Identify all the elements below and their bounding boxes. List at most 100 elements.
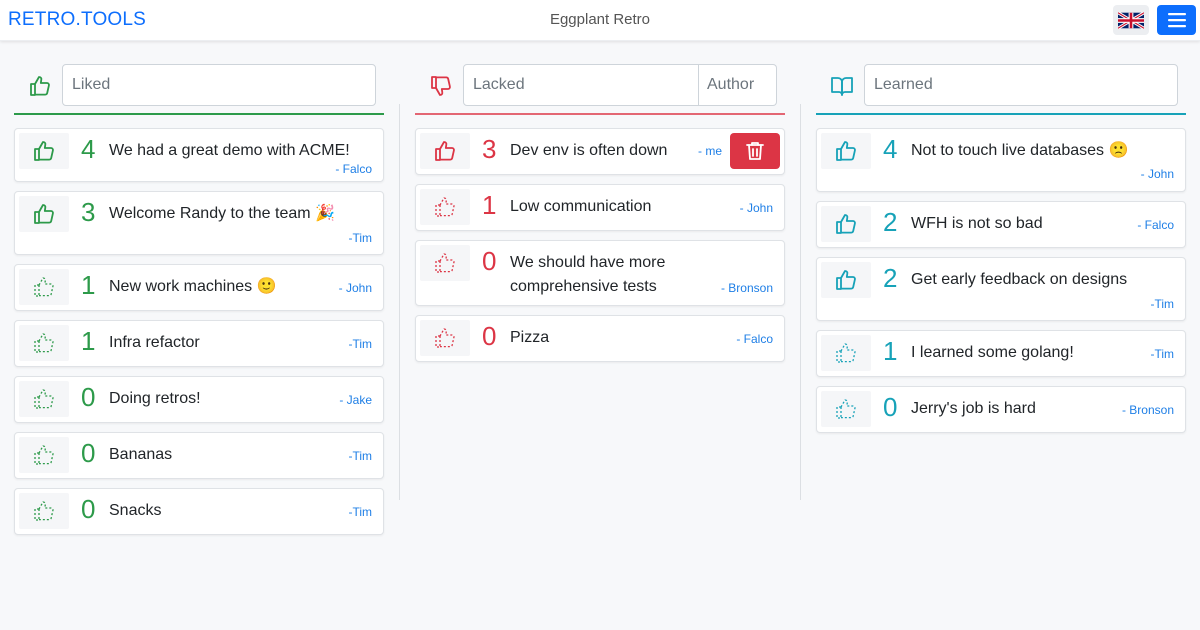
upvote-button[interactable] bbox=[19, 437, 69, 473]
thumbs-up-icon bbox=[836, 141, 856, 161]
thumbs-up-outline-icon bbox=[836, 399, 856, 419]
upvote-button[interactable] bbox=[821, 206, 871, 242]
retro-card: 3 Welcome Randy to the team 🎉 -Tim bbox=[14, 191, 384, 255]
card-text: Welcome Randy to the team 🎉 bbox=[109, 205, 335, 222]
thumbs-up-outline-icon bbox=[34, 501, 54, 521]
upvote-button[interactable] bbox=[19, 381, 69, 417]
thumbs-up-outline-icon bbox=[34, 277, 54, 297]
card-text: Bananas bbox=[109, 446, 173, 463]
upvote-button[interactable] bbox=[420, 245, 470, 281]
thumbs-up-outline-icon bbox=[836, 343, 856, 363]
hamburger-menu-icon bbox=[1167, 13, 1186, 28]
brand-logo[interactable]: RETRO.TOOLS bbox=[8, 9, 146, 31]
retro-card: 3 Dev env is often down - me bbox=[415, 128, 785, 175]
menu-button[interactable] bbox=[1157, 5, 1196, 35]
liked-column-header bbox=[14, 64, 384, 106]
column-divider bbox=[800, 104, 801, 500]
card-author: - Bronson bbox=[1121, 403, 1174, 417]
upvote-button[interactable] bbox=[420, 320, 470, 356]
card-text: Doing retros! bbox=[109, 390, 201, 407]
upvote-button[interactable] bbox=[420, 133, 470, 169]
thumbs-up-icon bbox=[34, 141, 54, 161]
delete-card-button[interactable] bbox=[730, 133, 780, 169]
upvote-button[interactable] bbox=[19, 493, 69, 529]
retro-card: 2 Get early feedback on designs -Tim bbox=[816, 257, 1186, 321]
card-author: -Tim bbox=[348, 337, 372, 351]
thumbs-up-icon bbox=[34, 204, 54, 224]
card-text: WFH is not so bad bbox=[911, 215, 1043, 232]
liked-column-rule bbox=[14, 113, 384, 115]
retro-card: 4 We had a great demo with ACME! - Falco bbox=[14, 128, 384, 182]
upvote-button[interactable] bbox=[19, 196, 69, 232]
vote-count: 2 bbox=[883, 207, 898, 237]
book-open-icon bbox=[831, 77, 853, 96]
language-button[interactable] bbox=[1113, 5, 1149, 35]
card-text: New work machines 🙂 bbox=[109, 278, 277, 295]
vote-count: 0 bbox=[482, 321, 497, 351]
card-author: - me bbox=[698, 144, 722, 158]
lacked-column-rule bbox=[415, 113, 785, 115]
card-text: We had a great demo with ACME! bbox=[109, 142, 350, 159]
card-author: - John bbox=[739, 201, 773, 215]
learned-column-header bbox=[816, 64, 1186, 106]
card-text: We should have more bbox=[510, 254, 666, 271]
card-author: -Tim bbox=[348, 505, 372, 519]
upvote-button[interactable] bbox=[821, 391, 871, 427]
upvote-button[interactable] bbox=[821, 262, 871, 298]
card-text: I learned some golang! bbox=[911, 344, 1074, 361]
vote-count: 3 bbox=[482, 134, 497, 164]
vote-count: 1 bbox=[81, 326, 96, 356]
vote-count: 0 bbox=[883, 392, 898, 422]
vote-count: 2 bbox=[883, 263, 898, 293]
learned-column-rule bbox=[816, 113, 1186, 115]
column-divider bbox=[399, 104, 400, 500]
card-text: Get early feedback on designs bbox=[911, 271, 1128, 288]
vote-count: 4 bbox=[883, 134, 898, 164]
top-navbar: RETRO.TOOLS Eggplant Retro bbox=[0, 0, 1200, 41]
card-text: Not to touch live databases 🙁 bbox=[911, 142, 1129, 159]
card-author: - Bronson bbox=[720, 281, 773, 295]
liked-column: 4 We had a great demo with ACME! - Falco… bbox=[14, 64, 384, 544]
retro-card: 1 Low communication - John bbox=[415, 184, 785, 231]
learned-post-input[interactable] bbox=[864, 64, 1178, 106]
retro-card: 0 Pizza - Falco bbox=[415, 315, 785, 362]
upvote-button[interactable] bbox=[19, 133, 69, 169]
thumbs-up-outline-icon bbox=[435, 253, 455, 273]
vote-count: 1 bbox=[883, 336, 898, 366]
thumbs-up-outline-icon bbox=[435, 197, 455, 217]
card-author: -Tim bbox=[1150, 297, 1174, 311]
thumbs-up-icon bbox=[435, 141, 455, 161]
thumbs-down-icon bbox=[431, 76, 451, 96]
card-author: - Falco bbox=[1137, 218, 1174, 232]
card-author: -Tim bbox=[348, 449, 372, 463]
card-author: -Tim bbox=[348, 231, 372, 245]
liked-post-input[interactable] bbox=[62, 64, 376, 106]
card-text: Low communication bbox=[510, 198, 652, 215]
card-author: - Falco bbox=[736, 332, 773, 346]
liked-card-list: 4 We had a great demo with ACME! - Falco… bbox=[14, 128, 384, 535]
thumbs-up-icon bbox=[30, 76, 50, 96]
board-title: Eggplant Retro bbox=[549, 11, 651, 28]
vote-count: 4 bbox=[81, 134, 96, 164]
retro-card: 0 Snacks -Tim bbox=[14, 488, 384, 535]
vote-count: 1 bbox=[81, 270, 96, 300]
thumbs-up-outline-icon bbox=[34, 445, 54, 465]
retro-card: 4 Not to touch live databases 🙁 - John bbox=[816, 128, 1186, 192]
vote-count: 3 bbox=[81, 197, 96, 227]
card-text: Jerry's job is hard bbox=[911, 400, 1036, 417]
upvote-button[interactable] bbox=[821, 335, 871, 371]
retro-card: 1 I learned some golang! -Tim bbox=[816, 330, 1186, 377]
upvote-button[interactable] bbox=[19, 269, 69, 305]
retro-card: 0 We should have more comprehensive test… bbox=[415, 240, 785, 306]
upvote-button[interactable] bbox=[19, 325, 69, 361]
retro-card: 0 Bananas -Tim bbox=[14, 432, 384, 479]
author-input[interactable] bbox=[699, 64, 777, 106]
retro-card: 0 Jerry's job is hard - Bronson bbox=[816, 386, 1186, 433]
learned-card-list: 4 Not to touch live databases 🙁 - John 2… bbox=[816, 128, 1186, 433]
lacked-post-input[interactable] bbox=[463, 64, 699, 106]
upvote-button[interactable] bbox=[420, 189, 470, 225]
vote-count: 0 bbox=[81, 382, 96, 412]
upvote-button[interactable] bbox=[821, 133, 871, 169]
retro-card: 1 New work machines 🙂 - John bbox=[14, 264, 384, 311]
card-text: Dev env is often down bbox=[510, 142, 668, 159]
